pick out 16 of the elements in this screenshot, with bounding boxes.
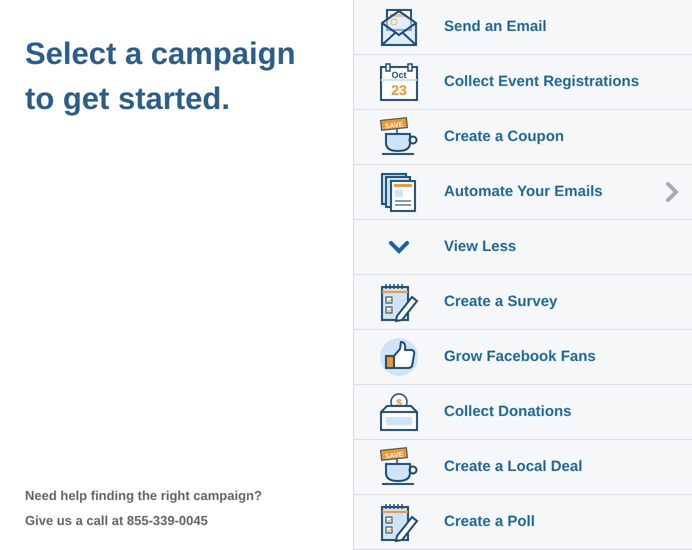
envelope-icon [379, 7, 419, 47]
thumbs-up-icon [379, 337, 419, 377]
campaign-item[interactable]: Create a Survey [354, 275, 692, 330]
help-text: Need help finding the right campaign? [25, 487, 263, 505]
page-heading: Select a campaign to get started. [25, 35, 297, 118]
clipboard-pencil-icon [379, 282, 419, 322]
campaign-item[interactable]: Automate Your Emails [354, 165, 692, 220]
clipboard-pencil-icon [379, 502, 419, 542]
view-less-button[interactable]: View Less [354, 220, 692, 275]
campaign-item[interactable]: Grow Facebook Fans [354, 330, 692, 385]
campaign-item[interactable]: Create a Poll [354, 495, 692, 550]
chevron-icon [388, 240, 410, 254]
phone-text: Give us a call at 855-339-0045 [25, 512, 209, 530]
campaign-item[interactable]: Oct 23 Collect Event Registrations [354, 55, 692, 110]
documents-icon [379, 172, 419, 212]
campaign-item[interactable]: Send an Email [354, 0, 692, 55]
